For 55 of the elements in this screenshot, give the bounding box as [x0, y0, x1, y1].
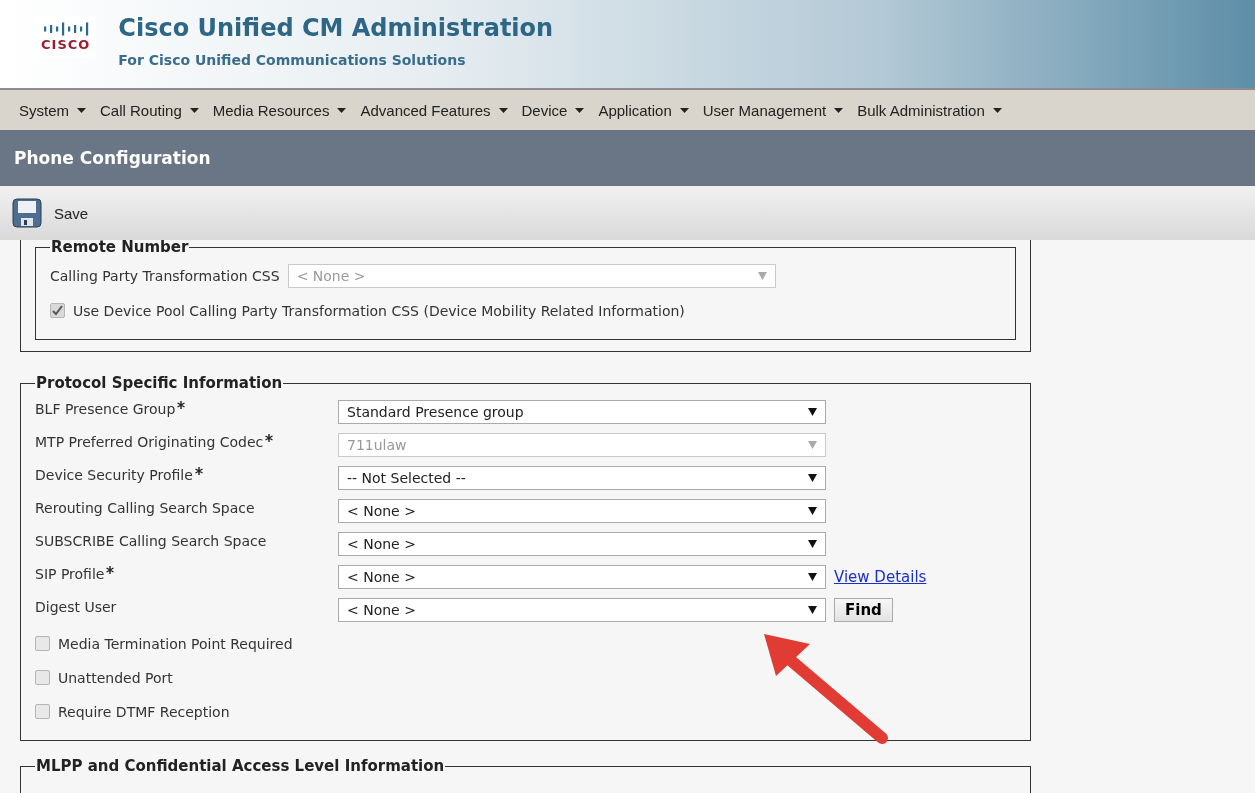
field-label: Digest User [35, 599, 117, 615]
field-label: SIP Profile [35, 566, 105, 582]
save-button[interactable]: Save [12, 198, 89, 228]
checkbox[interactable] [35, 704, 50, 719]
caret-icon [498, 107, 508, 113]
app-title: Cisco Unified CM Administration [118, 14, 554, 42]
caret-icon [808, 606, 817, 614]
checkbox-option[interactable]: Use Device Pool Calling Party Transformation CSS (Device Mobility Related Information) [50, 296, 1001, 325]
caret-icon [992, 107, 1002, 113]
menu-item[interactable]: Call Routing [93, 101, 206, 119]
checkbox-option[interactable]: Require DTMF Reception [35, 697, 1016, 726]
caret-icon [808, 507, 817, 515]
dropdown-field[interactable]: Standard Presence group [338, 400, 826, 424]
dropdown-field[interactable]: < None > [338, 565, 826, 589]
find-button[interactable]: Find [834, 598, 893, 622]
field-label: MTP Preferred Originating Codec [35, 434, 264, 450]
section-title: MLPP and Confidential Access Level Information [35, 757, 446, 775]
menu-item[interactable]: System [12, 101, 93, 119]
view-details-link[interactable]: View Details [834, 568, 927, 586]
caret-icon [834, 107, 844, 113]
dropdown-field[interactable]: < None > [338, 598, 826, 622]
caret-icon [679, 107, 689, 113]
caret-icon [808, 474, 817, 482]
caret-icon [575, 107, 585, 113]
checkbox-option[interactable]: Media Termination Point Required [35, 629, 1016, 658]
menu-item[interactable]: Media Resources [205, 101, 354, 119]
checkbox[interactable] [35, 636, 50, 651]
caret-icon [77, 107, 86, 113]
field-label: Device Security Profile [35, 467, 193, 483]
menu-item[interactable]: Advanced Features [353, 101, 515, 119]
caret-icon [757, 272, 767, 280]
dropdown-field[interactable]: < None > [338, 532, 826, 556]
caret-icon [808, 573, 817, 581]
field-label: Calling Party Transformation CSS [50, 268, 280, 284]
caret-icon [808, 441, 817, 449]
checkbox[interactable] [50, 303, 65, 318]
section-title: Protocol Specific Information [35, 374, 284, 392]
menu-item[interactable]: Bulk Administration [850, 101, 1009, 119]
page-title: Phone Configuration [14, 148, 211, 168]
caret-icon [337, 107, 347, 113]
dropdown-field[interactable]: < None > [338, 499, 826, 523]
field-label: SUBSCRIBE Calling Search Space [35, 533, 267, 549]
caret-icon [808, 408, 817, 416]
field-label: BLF Presence Group [35, 401, 176, 417]
menu-item[interactable]: Device [514, 101, 592, 119]
dropdown-field[interactable]: -- Not Selected -- [338, 466, 826, 490]
checkbox-option[interactable]: Unattended Port [35, 663, 1016, 692]
checkbox[interactable] [35, 670, 50, 685]
field-label: Rerouting Calling Search Space [35, 500, 255, 516]
app-subtitle: For Cisco Unified Communications Solutions [118, 52, 467, 68]
section-title: Remote Number [50, 238, 190, 256]
caret-icon [808, 540, 817, 548]
menu-item[interactable]: Application [591, 101, 696, 119]
menu-item[interactable]: User Management [695, 101, 851, 119]
caret-icon [189, 107, 199, 113]
